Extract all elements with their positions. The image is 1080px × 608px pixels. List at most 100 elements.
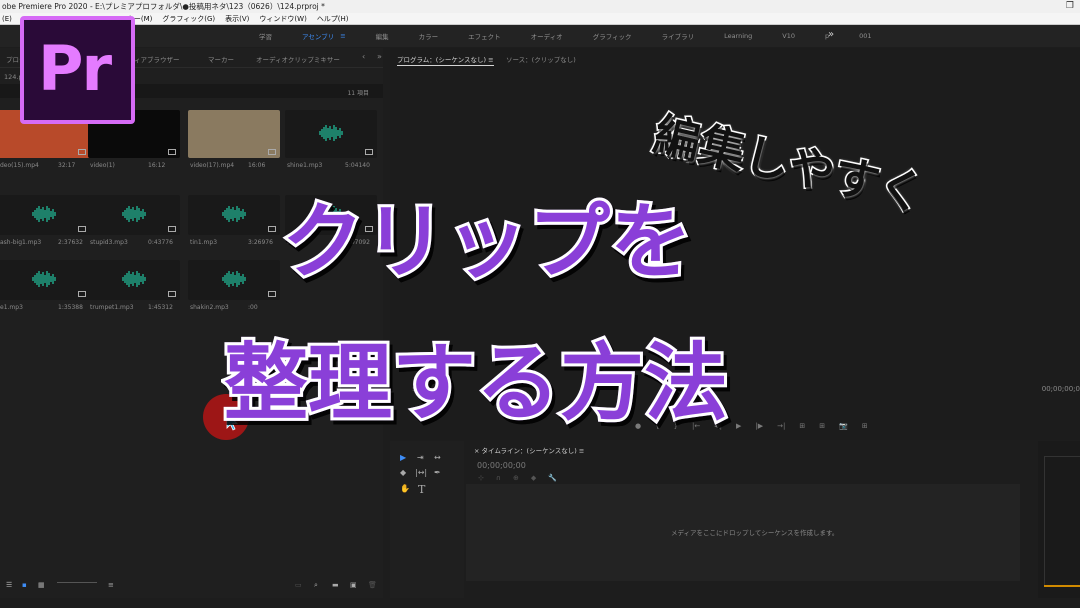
menu-item-graphics[interactable]: グラフィック(G) <box>162 13 215 24</box>
track-select-tool-icon[interactable]: ⇥ <box>417 453 424 462</box>
workspace-tab-effects[interactable]: エフェクト <box>453 31 516 41</box>
clip-duration: :00 <box>248 304 258 311</box>
window-controls: ❐ <box>1066 0 1074 13</box>
tab-program-menu-icon[interactable]: ≡ <box>488 56 493 64</box>
lift-icon[interactable]: ⊞ <box>799 422 805 430</box>
go-to-out-icon[interactable]: →| <box>777 422 785 430</box>
tab-markers[interactable]: マーカー <box>208 54 234 64</box>
mark-in-icon[interactable]: { <box>655 422 659 430</box>
clip-duration: 3:26976 <box>248 239 273 246</box>
timeline-title[interactable]: × タイムライン：(シーケンスなし) ≡ <box>474 445 584 455</box>
find-icon[interactable]: ⌕ <box>314 581 318 590</box>
workspace-more-icon[interactable]: » <box>828 29 834 40</box>
transport-controls: ● { } |← ◀| ▶ |▶ →| ⊞ ⊞ 📷 ⊞ <box>635 422 868 430</box>
workspace-tab-001[interactable]: 001 <box>844 32 886 40</box>
nest-icon[interactable]: ⊹ <box>478 474 484 482</box>
clip-type-badge-icon <box>168 291 176 297</box>
playhead-timecode[interactable]: :00 <box>412 385 423 393</box>
clip-duration: 2:07092 <box>345 239 370 246</box>
clip-type-badge-icon <box>268 149 276 155</box>
clip-name: shine1.mp3 <box>287 162 323 169</box>
audio-clip-thumbnail[interactable] <box>285 195 377 235</box>
step-back-icon[interactable]: ◀| <box>714 422 722 430</box>
extract-icon[interactable]: ⊞ <box>819 422 825 430</box>
timeline-panel: × タイムライン：(シーケンスなし) ≡ 00;00;00;00 ⊹ ∩ ⊕ ◆… <box>466 441 1034 598</box>
waveform-icon <box>122 206 146 222</box>
workspace-tab-learn[interactable]: 学習 <box>244 31 287 41</box>
clip-name: ash-big1.mp3 <box>0 239 42 246</box>
waveform-icon <box>222 206 246 222</box>
comparison-view-icon[interactable]: ⊞ <box>862 422 868 430</box>
audio-clip-thumbnail[interactable] <box>88 260 180 300</box>
new-item-icon[interactable]: ▣ <box>350 581 357 589</box>
pen-tool-icon[interactable]: ✒ <box>434 468 441 477</box>
audio-clip-thumbnail[interactable] <box>188 195 280 235</box>
icon-view-icon[interactable]: ▪ <box>22 581 27 589</box>
workspace-tab-assembly[interactable]: アセンブリ <box>287 31 338 41</box>
tab-audio-clip-mixer[interactable]: オーディオクリップミキサー <box>256 54 340 64</box>
workspace-tab-editing[interactable]: 編集 <box>361 31 404 41</box>
audio-clip-thumbnail[interactable] <box>285 110 377 158</box>
audio-clip-thumbnail[interactable] <box>88 195 180 235</box>
trash-icon[interactable]: 🗑 <box>368 581 377 589</box>
panel-more-icon[interactable]: » <box>377 52 382 61</box>
audio-meter <box>1038 441 1080 598</box>
clip-duration: 5:04140 <box>345 162 370 169</box>
audio-clip-thumbnail[interactable] <box>0 195 90 235</box>
timeline-toolbar: ⊹ ∩ ⊕ ◆ 🔧 <box>478 474 557 482</box>
snap-icon[interactable]: ∩ <box>496 474 501 482</box>
workspace-tab-audio[interactable]: オーディオ <box>516 31 578 41</box>
add-marker-icon[interactable]: ● <box>635 422 641 430</box>
window-title: obe Premiere Pro 2020 - E:\プレミアプロフォルダ\●投… <box>2 2 325 11</box>
zoom-slider[interactable] <box>57 582 97 583</box>
menu-item-help[interactable]: ヘルプ(H) <box>317 13 349 24</box>
tab-program[interactable]: プログラム：(シーケンスなし) ≡ <box>397 54 494 66</box>
workspace-tab-v10[interactable]: V10 <box>767 32 810 40</box>
menu-item-edit[interactable]: (E) <box>2 13 12 24</box>
waveform-icon <box>32 206 56 222</box>
freeform-view-icon[interactable]: ▦ <box>38 581 45 589</box>
audio-clip-thumbnail[interactable] <box>0 260 90 300</box>
razor-tool-icon[interactable]: ◆ <box>400 468 406 477</box>
menu-item-window[interactable]: ウィンドウ(W) <box>259 13 306 24</box>
export-frame-icon[interactable]: 📷 <box>839 422 848 430</box>
go-to-in-icon[interactable]: |← <box>692 422 700 430</box>
clip-type-badge-icon <box>168 149 176 155</box>
clip-duration: 2:37632 <box>58 239 83 246</box>
panel-prev-icon[interactable]: ‹ <box>362 52 365 61</box>
hand-tool-icon[interactable]: ✋ <box>400 484 410 493</box>
new-bin-icon[interactable]: ▬ <box>332 581 339 589</box>
workspace-menu-icon[interactable]: ≡ <box>338 32 360 40</box>
tools-panel: ▶ ⇥ ↔ ◆ |↔| ✒ ✋ T <box>390 441 464 598</box>
clip-type-badge-icon <box>365 226 373 232</box>
timeline-timecode[interactable]: 00;00;00;00 <box>477 461 526 470</box>
clip-name: tin1 <box>287 239 299 246</box>
selection-tool-icon[interactable]: ▶ <box>400 453 406 462</box>
automate-icon[interactable]: ▭ <box>295 581 302 589</box>
play-icon[interactable]: ▶ <box>736 422 741 430</box>
video-clip-thumbnail[interactable] <box>188 110 280 158</box>
window-title-bar: obe Premiere Pro 2020 - E:\プレミアプロフォルダ\●投… <box>0 0 1080 13</box>
audio-clip-thumbnail[interactable] <box>188 260 280 300</box>
linked-icon[interactable]: ⊕ <box>513 474 519 482</box>
tab-media-browser[interactable]: ディアブラウザー <box>128 54 180 64</box>
restore-icon[interactable]: ❐ <box>1066 0 1074 13</box>
wrench-icon[interactable]: 🔧 <box>548 474 557 482</box>
marker-icon[interactable]: ◆ <box>531 474 536 482</box>
list-view-icon[interactable]: ☰ <box>6 581 12 589</box>
type-tool-icon[interactable]: T <box>418 483 425 496</box>
workspace-tab-color[interactable]: カラー <box>404 31 454 41</box>
mark-out-icon[interactable]: } <box>674 422 678 430</box>
clip-duration: 0:43776 <box>148 239 173 246</box>
step-forward-icon[interactable]: |▶ <box>755 422 763 430</box>
workspace-tab-learning[interactable]: Learning <box>709 32 767 40</box>
sort-icon[interactable]: ≡ <box>108 581 114 589</box>
tab-source[interactable]: ソース：(クリップなし) <box>506 54 576 64</box>
slip-tool-icon[interactable]: |↔| <box>415 468 427 477</box>
clip-name: shakin2.mp3 <box>190 304 229 311</box>
workspace-tab-libraries[interactable]: ライブラリ <box>647 31 710 41</box>
menu-item-view[interactable]: 表示(V) <box>225 13 249 24</box>
duration-timecode: 00;00;00;0 <box>1041 385 1080 393</box>
workspace-tab-graphics[interactable]: グラフィック <box>578 31 647 41</box>
ripple-edit-tool-icon[interactable]: ↔ <box>434 453 441 462</box>
